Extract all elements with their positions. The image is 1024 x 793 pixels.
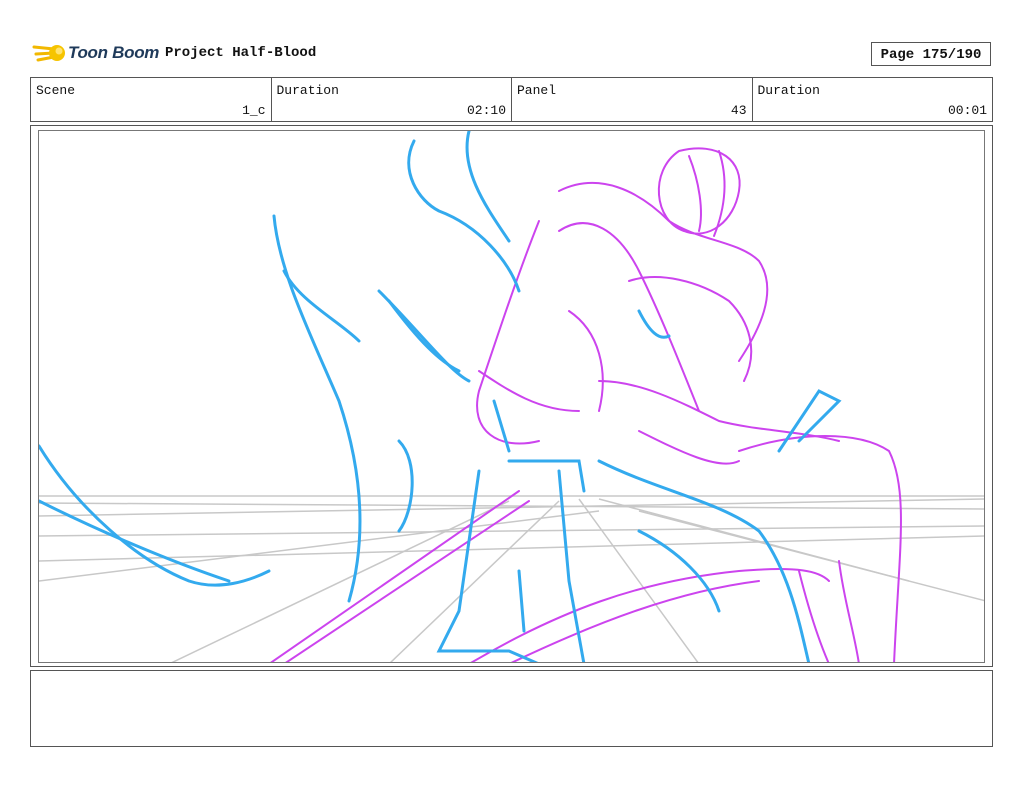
panel-info-row: Scene 1_c Duration 02:10 Panel 43 Durati…	[30, 77, 993, 122]
storyboard-panel-image	[38, 130, 985, 663]
storyboard-sketch	[39, 131, 984, 662]
panel-label: Panel	[517, 83, 557, 98]
scene-label: Scene	[36, 83, 76, 98]
panel-value: 43	[730, 103, 747, 118]
toon-boom-logo: Toon Boom	[32, 38, 162, 68]
comet-logo-icon	[32, 45, 65, 62]
panel-duration-cell: Duration 00:01	[753, 78, 993, 121]
scene-cell: Scene 1_c	[31, 78, 272, 121]
scene-duration-value: 02:10	[466, 103, 506, 118]
page-indicator: Page 175/190	[871, 42, 991, 66]
panel-duration-value: 00:01	[947, 103, 987, 118]
perspective-grid	[39, 495, 984, 662]
panel-notes-box	[30, 670, 993, 747]
scene-duration-cell: Duration 02:10	[272, 78, 512, 121]
panel-duration-label: Duration	[757, 83, 820, 98]
scene-value: 1_c	[242, 103, 266, 118]
logo-text: Toon Boom	[68, 43, 160, 62]
scene-duration-label: Duration	[276, 83, 339, 98]
magenta-figure-sketch	[270, 147, 902, 662]
cyan-figure-sketch	[39, 131, 842, 662]
project-title: Project Half-Blood	[165, 45, 317, 61]
panel-cell: Panel 43	[512, 78, 753, 121]
